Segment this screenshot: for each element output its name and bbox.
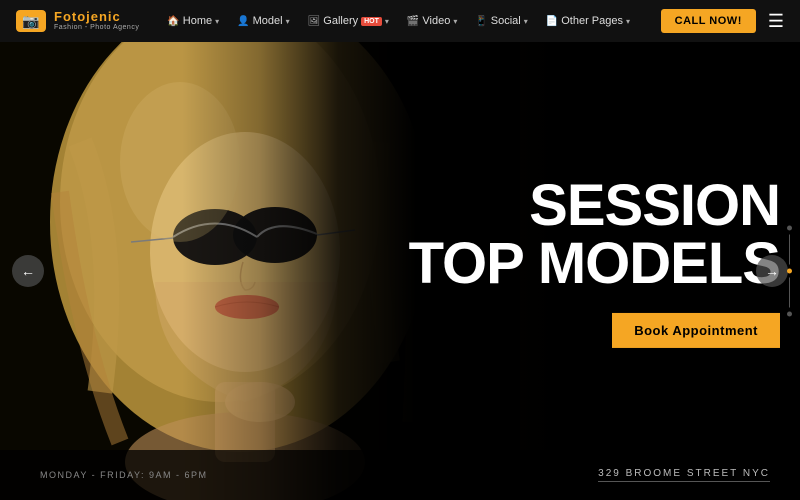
hot-badge: HOT — [361, 17, 382, 26]
nav-social[interactable]: 📱 Social ▾ — [467, 0, 535, 42]
scroll-line-2 — [789, 278, 790, 308]
logo-icon: 📷 — [16, 10, 46, 32]
nav-gallery[interactable]: 🖼 Gallery HOT ▾ — [300, 0, 397, 42]
scroll-dot-2 — [787, 269, 792, 274]
chevron-down-icon: ▾ — [626, 17, 630, 26]
book-appointment-button[interactable]: Book Appointment — [612, 313, 780, 348]
nav-video-label: Video — [422, 15, 450, 27]
chevron-down-icon: ▾ — [286, 17, 290, 26]
logo-tagline: Fashion - Photo Agency — [54, 24, 139, 32]
next-arrow-button[interactable]: → — [756, 255, 788, 287]
nav-model-label: Model — [253, 15, 283, 27]
social-icon: 📱 — [475, 16, 487, 27]
logo-name: Fotojenic — [54, 10, 139, 24]
scroll-dot-3 — [787, 312, 792, 317]
prev-arrow-icon: ← — [21, 263, 35, 279]
chevron-down-icon: ▾ — [453, 17, 457, 26]
nav-video[interactable]: 🎬 Video ▾ — [399, 0, 465, 42]
chevron-down-icon: ▾ — [385, 17, 389, 26]
prev-arrow-button[interactable]: ← — [12, 255, 44, 287]
home-icon: 🏠 — [167, 16, 179, 27]
nav-model[interactable]: 👤 Model ▾ — [229, 0, 297, 42]
hours-info: MONDAY - FRIDAY: 9AM - 6PM — [40, 470, 208, 480]
pages-icon: 📄 — [546, 16, 558, 27]
nav-menu: 🏠 Home ▾ 👤 Model ▾ 🖼 Gallery HOT ▾ 🎬 Vid… — [159, 0, 652, 42]
hamburger-menu-icon[interactable]: ☰ — [768, 11, 784, 32]
nav-other-label: Other Pages — [561, 15, 623, 27]
chevron-down-icon: ▾ — [524, 17, 528, 26]
call-now-button[interactable]: CALL NOW! — [661, 9, 756, 33]
video-icon: 🎬 — [407, 16, 419, 27]
hero-section: ← → SESSION TOP MODELS Book Appointment … — [0, 42, 800, 500]
gallery-icon: 🖼 — [308, 16, 321, 27]
scroll-line — [789, 235, 790, 265]
nav-social-label: Social — [491, 15, 521, 27]
model-icon: 👤 — [237, 16, 249, 27]
navbar: 📷 Fotojenic Fashion - Photo Agency 🏠 Hom… — [0, 0, 800, 42]
hero-heading-line2: TOP MODELS — [409, 235, 780, 293]
address-info: 329 BROOME STREET NYC — [598, 468, 770, 482]
logo[interactable]: 📷 Fotojenic Fashion - Photo Agency — [16, 10, 139, 32]
nav-home-label: Home — [183, 15, 212, 27]
scroll-dot-1 — [787, 226, 792, 231]
scroll-indicator — [787, 226, 792, 317]
nav-other[interactable]: 📄 Other Pages ▾ — [538, 0, 638, 42]
chevron-down-icon: ▾ — [215, 17, 219, 26]
hero-content: SESSION TOP MODELS Book Appointment — [409, 177, 780, 348]
nav-gallery-label: Gallery — [323, 15, 358, 27]
nav-home[interactable]: 🏠 Home ▾ — [159, 0, 227, 42]
hero-heading-line1: SESSION — [409, 177, 780, 235]
next-arrow-icon: → — [765, 263, 779, 279]
bottom-bar: MONDAY - FRIDAY: 9AM - 6PM 329 BROOME ST… — [0, 450, 800, 500]
